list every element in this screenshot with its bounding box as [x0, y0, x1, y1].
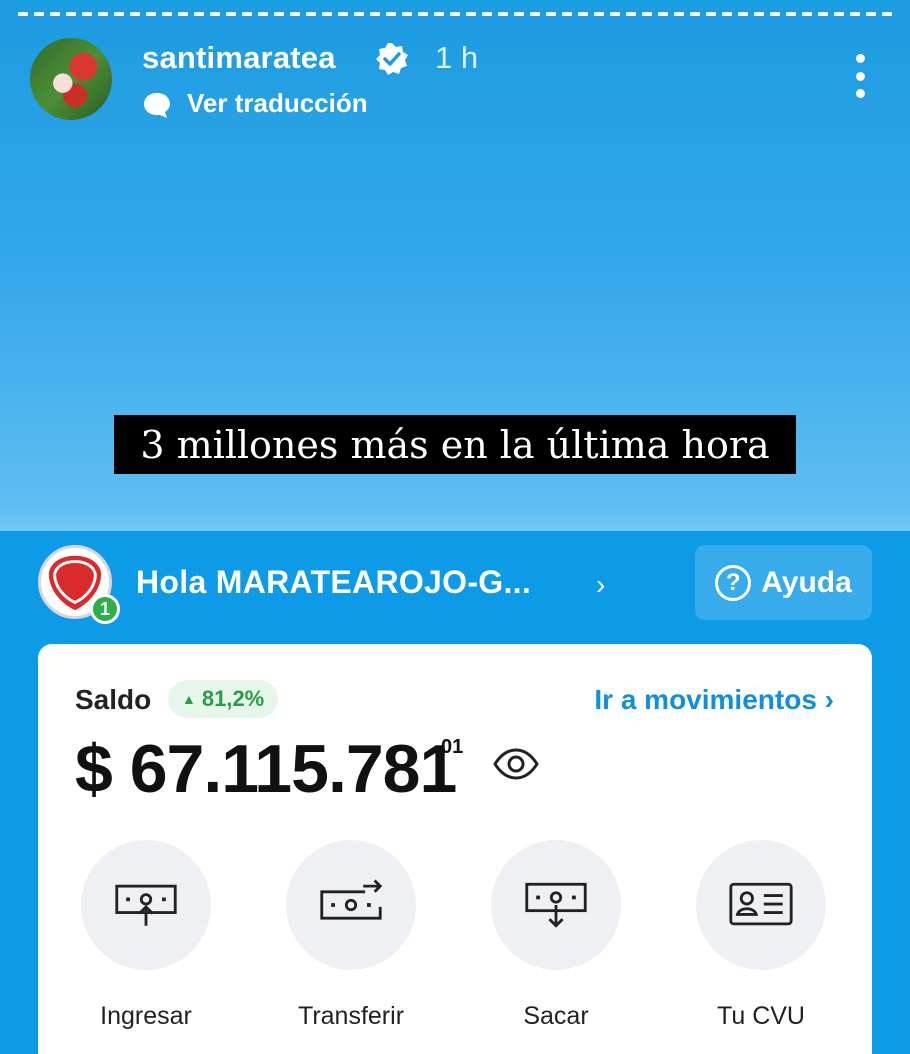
cvu-icon-circle — [696, 840, 826, 970]
arrow-up-icon: ▲ — [182, 691, 196, 707]
post-time: 1 h — [435, 40, 479, 75]
more-options-icon[interactable] — [850, 54, 870, 98]
deposit-label: Ingresar — [100, 1002, 192, 1030]
verified-badge-icon — [376, 43, 408, 75]
see-translation-link[interactable]: Ver traducción — [187, 88, 368, 119]
wallet-app-screenshot: 1 Hola MARATEAROJO-G... › ? Ayuda Saldo … — [0, 531, 910, 1054]
variation-value: 81,2% — [201, 686, 265, 711]
withdraw-icon — [525, 882, 587, 928]
eye-icon[interactable] — [493, 748, 539, 780]
deposit-button[interactable]: Ingresar — [56, 840, 236, 1031]
story-header: santimaratea 1 h Ver traducción — [30, 38, 870, 128]
deposit-icon-circle — [81, 840, 211, 970]
balance-variation-badge: ▲ 81,2% — [168, 680, 279, 718]
transfer-icon-circle — [286, 840, 416, 970]
story-progress-bar — [18, 12, 892, 16]
help-label: Ayuda — [761, 565, 852, 599]
transfer-icon — [320, 879, 383, 920]
withdraw-button[interactable]: Sacar — [466, 840, 646, 1031]
notification-count-badge: 1 — [90, 594, 120, 624]
cvu-button[interactable]: Tu CVU — [671, 840, 851, 1031]
transfer-label: Transferir — [297, 1002, 405, 1030]
cvu-label: Tu CVU — [717, 1002, 805, 1030]
greeting-label[interactable]: Hola MARATEAROJO-G... — [136, 564, 531, 601]
withdraw-label: Sacar — [523, 1002, 589, 1030]
go-to-movements-link[interactable]: Ir a movimientos › — [594, 684, 834, 716]
id-card-icon — [729, 882, 793, 926]
chevron-right-icon: › — [824, 684, 834, 715]
transfer-button[interactable]: Transferir — [261, 840, 441, 1031]
translate-icon — [144, 93, 170, 118]
balance-label: Saldo — [75, 684, 152, 715]
chevron-right-icon[interactable]: › — [596, 569, 605, 601]
username[interactable]: santimaratea — [142, 40, 336, 76]
quick-actions: Ingresar Transferir Sacar Tu CVU — [38, 840, 872, 1040]
deposit-icon — [115, 884, 177, 926]
help-icon: ? — [715, 564, 752, 601]
balance-card: Saldo ▲ 81,2% Ir a movimientos › $ 67.11… — [38, 644, 872, 1054]
balance-amount: $ 67.115.781 — [75, 731, 457, 807]
withdraw-icon-circle — [491, 840, 621, 970]
help-button[interactable]: ? Ayuda — [695, 545, 872, 620]
movements-link-label: Ir a movimientos — [594, 684, 817, 715]
story-caption: 3 millones más en la última hora — [114, 415, 796, 474]
balance-cents: 01 — [441, 736, 464, 758]
avatar[interactable] — [30, 38, 112, 120]
